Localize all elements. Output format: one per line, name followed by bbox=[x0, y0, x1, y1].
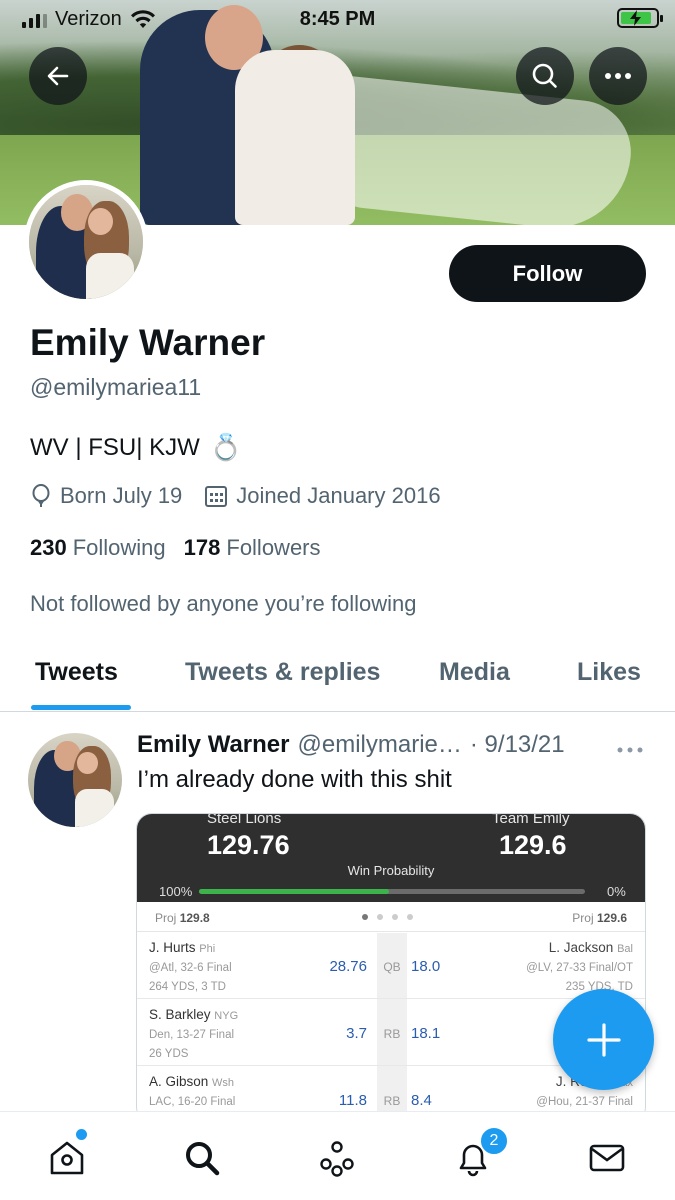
position-label: RB bbox=[383, 1027, 401, 1041]
tab-tweets-replies[interactable]: Tweets & replies bbox=[185, 658, 380, 687]
compose-tweet-button[interactable] bbox=[553, 989, 654, 1090]
followers-label: Followers bbox=[226, 535, 321, 560]
tweet-date[interactable]: · 9/13/21 bbox=[470, 731, 565, 759]
follow-counts: 230 Following 178 Followers bbox=[30, 535, 321, 561]
plus-icon bbox=[586, 1022, 621, 1057]
following-link[interactable]: 230 Following bbox=[30, 535, 166, 561]
tab-tweets[interactable]: Tweets bbox=[35, 658, 118, 687]
right-points: 18.1 bbox=[411, 1025, 441, 1042]
bio-text: WV | FSU| KJW bbox=[30, 433, 200, 461]
ring-emoji: 💍 bbox=[209, 432, 243, 462]
tab-media[interactable]: Media bbox=[439, 658, 510, 687]
left-player: S. Barkley NYG Den, 13-27 Final 26 YDS bbox=[149, 1007, 239, 1060]
home-unread-dot bbox=[76, 1129, 87, 1140]
nav-search[interactable] bbox=[180, 1136, 224, 1180]
win-probability-fill bbox=[199, 889, 389, 894]
left-points: 28.76 bbox=[329, 958, 367, 975]
more-options-button[interactable] bbox=[589, 47, 647, 105]
spaces-icon bbox=[320, 1141, 354, 1177]
home-icon bbox=[50, 1141, 84, 1175]
nav-messages[interactable] bbox=[585, 1136, 629, 1180]
more-dots-icon bbox=[605, 73, 631, 79]
profile-tabs: Tweets Tweets & replies Media Likes bbox=[0, 638, 675, 712]
not-followed-notice: Not followed by anyone you’re following bbox=[30, 591, 417, 616]
position-label: QB bbox=[383, 960, 401, 974]
right-player: L. Jackson Bal @LV, 27-33 Final/OT 235 YDS… bbox=[526, 940, 633, 993]
nav-spaces[interactable] bbox=[315, 1136, 359, 1180]
carousel-dots bbox=[362, 914, 413, 920]
win-probability-label: Win Probability bbox=[347, 863, 435, 878]
team-left-score: 129.76 bbox=[207, 830, 290, 860]
player-row: J. Hurts Phi @Atl, 32-6 Final 264 YDS, 3 T… bbox=[137, 933, 645, 999]
right-points: 8.4 bbox=[411, 1092, 432, 1109]
team-right-score: 129.6 bbox=[499, 830, 567, 860]
tweet-more-button[interactable] bbox=[617, 733, 643, 759]
tweet-more-icon bbox=[617, 747, 643, 753]
birthday: Born July 19 bbox=[30, 483, 182, 509]
tweet-header: Emily Warner @emilymarie… · 9/13/21 bbox=[137, 731, 657, 759]
status-bar: Verizon 8:45 PM bbox=[0, 0, 675, 40]
left-player: A. Gibson Wsh LAC, 16-20 Final bbox=[149, 1074, 236, 1108]
nav-home[interactable] bbox=[45, 1136, 89, 1180]
bottom-tab-bar bbox=[0, 1111, 675, 1200]
position-label: RB bbox=[383, 1094, 401, 1108]
followers-count: 178 bbox=[183, 535, 221, 560]
followers-link[interactable]: 178 Followers bbox=[184, 535, 321, 561]
calendar-icon bbox=[205, 486, 228, 507]
proj-right: Proj 129.6 bbox=[572, 911, 627, 925]
team-left-name: Steel Lions bbox=[207, 813, 282, 827]
follow-button[interactable]: Follow bbox=[449, 245, 646, 302]
tab-likes[interactable]: Likes bbox=[577, 658, 641, 687]
clock: 8:45 PM bbox=[299, 8, 376, 30]
profile-avatar[interactable] bbox=[24, 180, 148, 304]
proj-left: Proj 129.8 bbox=[155, 911, 210, 925]
left-points: 3.7 bbox=[346, 1025, 367, 1042]
search-button[interactable] bbox=[516, 47, 574, 105]
profile-name: Emily Warner bbox=[30, 322, 266, 363]
profile-bio: WV | FSU| KJW 💍 bbox=[30, 432, 242, 463]
banner-bride bbox=[235, 50, 355, 225]
charging-bolt-icon bbox=[630, 10, 641, 26]
profile-handle: @emilymariea11 bbox=[30, 374, 202, 400]
joined-date: Joined January 2016 bbox=[204, 483, 441, 509]
win-pct-right: 0% bbox=[607, 884, 626, 899]
tweet-author-handle[interactable]: @emilymarie… bbox=[298, 731, 462, 759]
left-points: 11.8 bbox=[338, 1092, 367, 1109]
back-arrow-icon bbox=[47, 66, 69, 86]
tweet-avatar[interactable] bbox=[28, 733, 122, 827]
battery-icon bbox=[617, 8, 663, 28]
left-player: J. Hurts Phi @Atl, 32-6 Final 264 YDS, 3 T… bbox=[149, 940, 232, 993]
right-points: 18.0 bbox=[411, 958, 441, 975]
search-icon bbox=[532, 63, 557, 88]
tweet-text: I’m already done with this shit bbox=[137, 766, 452, 793]
search-icon bbox=[186, 1142, 220, 1176]
win-pct-left: 100% bbox=[159, 884, 193, 899]
profile-meta: Born July 19 Joined January 2016 bbox=[30, 483, 463, 509]
balloon-icon bbox=[32, 484, 50, 507]
joined-text: Joined January 2016 bbox=[236, 483, 441, 508]
tweet-author-name[interactable]: Emily Warner bbox=[137, 731, 290, 759]
active-tab-indicator bbox=[31, 705, 131, 710]
mail-icon bbox=[589, 1144, 625, 1172]
team-right-name: Team Emily bbox=[492, 813, 570, 827]
birthday-text: Born July 19 bbox=[60, 483, 183, 508]
following-label: Following bbox=[72, 535, 166, 560]
matchup-header: Steel Lions 129.76 Team Emily 129.6 Win … bbox=[137, 814, 645, 902]
notifications-badge: 2 bbox=[479, 1126, 509, 1156]
back-button[interactable] bbox=[29, 47, 87, 105]
following-count: 230 bbox=[30, 535, 67, 560]
projection-row: Proj 129.8 Proj 129.6 bbox=[137, 904, 645, 932]
